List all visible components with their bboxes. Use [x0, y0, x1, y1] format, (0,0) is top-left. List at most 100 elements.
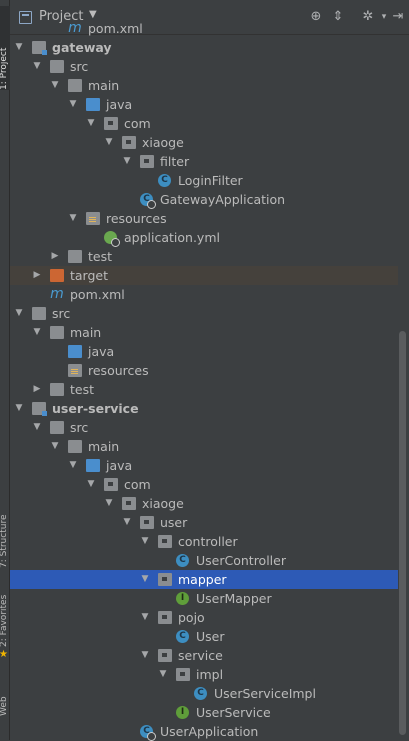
tree-row-mapper[interactable]: ▼ mapper: [10, 570, 398, 589]
tree-item-label: impl: [196, 667, 224, 682]
source-folder-icon: [68, 345, 82, 358]
expand-down-icon[interactable]: ▼: [68, 209, 78, 228]
tree-item-label: src: [70, 420, 89, 435]
tree-item-label: user: [160, 515, 188, 530]
tree-row-pom-xml[interactable]: m pom.xml: [10, 285, 398, 304]
expand-down-icon[interactable]: ▼: [14, 38, 24, 57]
tree-row-usermapper[interactable]: I UserMapper: [10, 589, 398, 608]
expand-down-icon[interactable]: ▼: [32, 323, 42, 342]
tree-row-gatewayapplication[interactable]: C GatewayApplication: [10, 190, 398, 209]
collapsed-right-icon[interactable]: ▶: [50, 247, 60, 266]
tree-row-java[interactable]: ▼ java: [10, 456, 398, 475]
tree-item-label: service: [178, 648, 223, 663]
tree-item-label: main: [88, 439, 120, 454]
project-tool-tab[interactable]: 1: Project: [0, 6, 10, 90]
package-icon: [104, 117, 118, 130]
tree-row-resources[interactable]: ▼ resources: [10, 209, 398, 228]
vertical-scrollbar[interactable]: [399, 331, 406, 735]
tree-row-target[interactable]: ▶ target: [10, 266, 398, 285]
tree-item-label: UserApplication: [160, 724, 259, 739]
favorites-tool-tab[interactable]: 2: Favorites: [0, 585, 10, 647]
expand-down-icon[interactable]: ▼: [140, 608, 150, 627]
tree-row-test[interactable]: ▶ test: [10, 247, 398, 266]
tree-row-controller[interactable]: ▼ controller: [10, 532, 398, 551]
expand-down-icon[interactable]: ▼: [104, 133, 114, 152]
expand-down-icon[interactable]: ▼: [68, 95, 78, 114]
tree-row-main[interactable]: ▼ main: [10, 76, 398, 95]
tree-row-user[interactable]: C User: [10, 627, 398, 646]
tree-row-usercontroller[interactable]: C UserController: [10, 551, 398, 570]
tree-row-resources[interactable]: resources: [10, 361, 398, 380]
tree-row-pom-xml[interactable]: m pom.xml: [10, 19, 398, 38]
tree-row-user-service[interactable]: ▼ user-service: [10, 399, 398, 418]
expand-down-icon[interactable]: ▼: [14, 304, 24, 323]
tree-row-loginfilter[interactable]: C LoginFilter: [10, 171, 398, 190]
package-icon: [158, 611, 172, 624]
tree-row-src[interactable]: ▼ src: [10, 304, 398, 323]
tree-row-application-yml[interactable]: application.yml: [10, 228, 398, 247]
tree-row-src[interactable]: ▼ src: [10, 418, 398, 437]
expand-down-icon[interactable]: ▼: [14, 399, 24, 418]
expand-down-icon[interactable]: ▼: [122, 152, 132, 171]
collapsed-right-icon[interactable]: ▶: [32, 266, 42, 285]
package-icon: [176, 668, 190, 681]
tree-row-java[interactable]: java: [10, 342, 398, 361]
tree-row-test[interactable]: ▶ test: [10, 380, 398, 399]
tree-row-service[interactable]: ▼ service: [10, 646, 398, 665]
expand-down-icon[interactable]: ▼: [32, 418, 42, 437]
resources-folder-icon: [68, 364, 82, 377]
folder-icon: [68, 79, 82, 92]
tree-item-label: LoginFilter: [178, 173, 243, 188]
package-icon: [122, 497, 136, 510]
module-folder-icon: [32, 402, 47, 416]
favorites-star-icon: ★: [0, 649, 8, 660]
tree-item-label: UserMapper: [196, 591, 272, 606]
tree-row-user[interactable]: ▼ user: [10, 513, 398, 532]
tree-item-label: test: [70, 382, 95, 397]
project-panel: Project ▼ ⊕ ⇕ ✲ ▾ ⇥ m pom.xml ▼ gateway ▼ src…: [10, 0, 409, 741]
maven-icon: m: [68, 20, 82, 36]
tree-row-impl[interactable]: ▼ impl: [10, 665, 398, 684]
structure-tool-tab[interactable]: 7: Structure: [0, 488, 10, 569]
expand-down-icon[interactable]: ▼: [140, 532, 150, 551]
tree-row-pojo[interactable]: ▼ pojo: [10, 608, 398, 627]
tree-row-com[interactable]: ▼ com: [10, 475, 398, 494]
expand-down-icon[interactable]: ▼: [140, 646, 150, 665]
tree-row-main[interactable]: ▼ main: [10, 323, 398, 342]
class-icon: C: [176, 554, 189, 567]
source-folder-icon: [86, 459, 100, 472]
expand-down-icon[interactable]: ▼: [104, 494, 114, 513]
tree-row-xiaoge[interactable]: ▼ xiaoge: [10, 494, 398, 513]
tree-row-userserviceimpl[interactable]: C UserServiceImpl: [10, 684, 398, 703]
expand-down-icon[interactable]: ▼: [158, 665, 168, 684]
tree-row-userapplication[interactable]: C UserApplication: [10, 722, 398, 741]
tree-row-userservice[interactable]: I UserService: [10, 703, 398, 722]
tree-row-com[interactable]: ▼ com: [10, 114, 398, 133]
tree-row-xiaoge[interactable]: ▼ xiaoge: [10, 133, 398, 152]
tree-row-gateway[interactable]: ▼ gateway: [10, 38, 398, 57]
expand-down-icon[interactable]: ▼: [86, 114, 96, 133]
tree-row-main[interactable]: ▼ main: [10, 437, 398, 456]
expand-down-icon[interactable]: ▼: [32, 57, 42, 76]
expand-down-icon[interactable]: ▼: [86, 475, 96, 494]
tree-item-label: java: [106, 458, 133, 473]
tree-item-label: User: [196, 629, 225, 644]
expand-down-icon[interactable]: ▼: [50, 76, 60, 95]
collapsed-right-icon[interactable]: ▶: [32, 380, 42, 399]
tree-item-label: com: [124, 477, 151, 492]
expand-down-icon[interactable]: ▼: [50, 437, 60, 456]
web-tool-tab[interactable]: Web: [0, 686, 10, 716]
tree-item-label: src: [52, 306, 71, 321]
tool-window-strip: 1: Project 7: Structure 2: Favorites ★ W…: [0, 0, 10, 740]
expand-down-icon[interactable]: ▼: [122, 513, 132, 532]
class-icon: C: [176, 630, 189, 643]
tree-row-src[interactable]: ▼ src: [10, 57, 398, 76]
package-icon: [140, 155, 154, 168]
tree-item-label: UserServiceImpl: [214, 686, 316, 701]
tree-row-filter[interactable]: ▼ filter: [10, 152, 398, 171]
expand-down-icon[interactable]: ▼: [68, 456, 78, 475]
package-icon: [140, 516, 154, 529]
tree-item-label: resources: [106, 211, 167, 226]
tree-row-java[interactable]: ▼ java: [10, 95, 398, 114]
expand-down-icon[interactable]: ▼: [140, 570, 150, 589]
